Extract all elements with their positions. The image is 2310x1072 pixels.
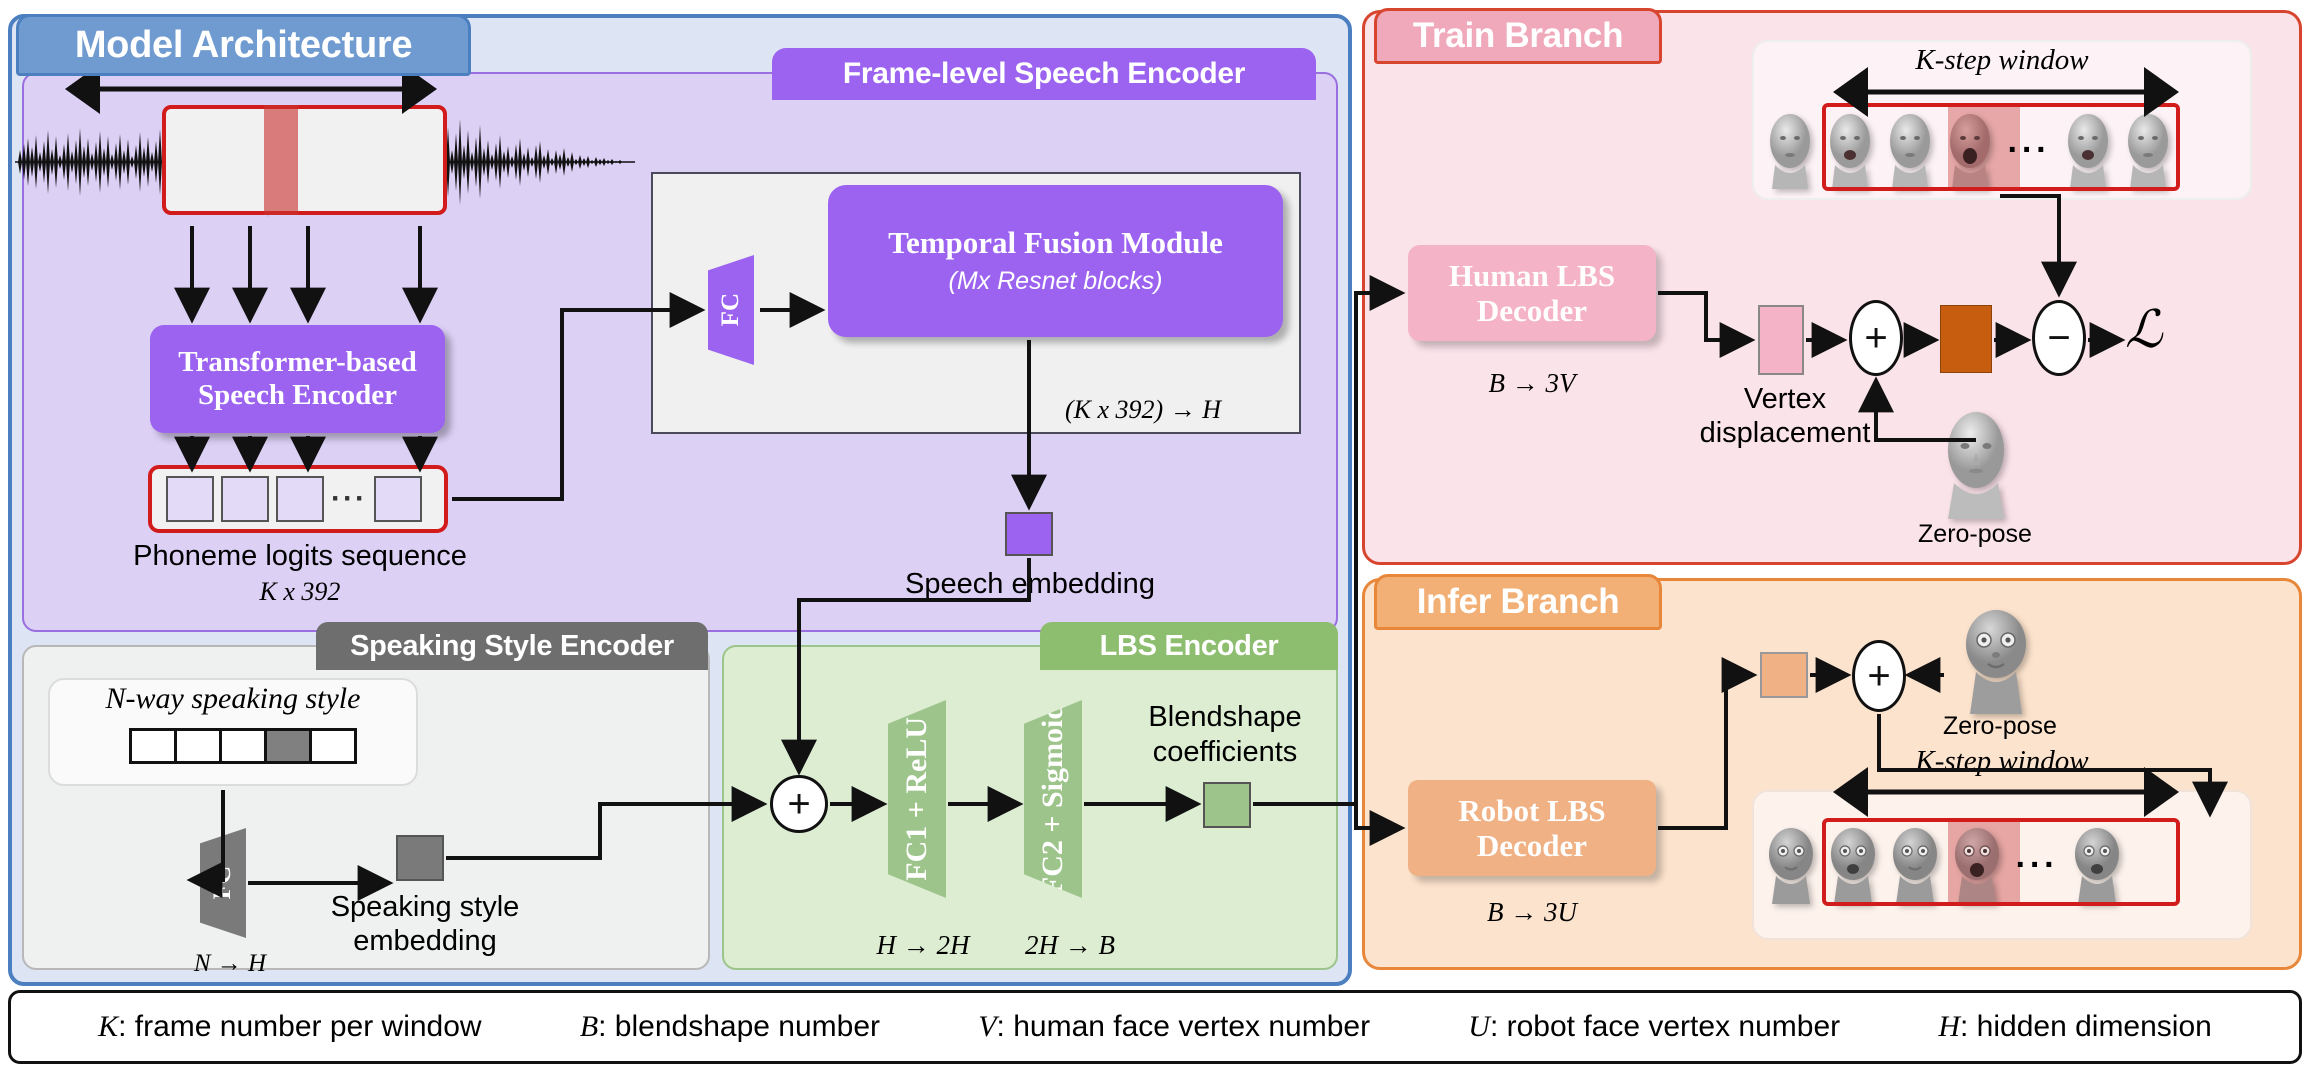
fc-frame-label: FC bbox=[717, 293, 744, 327]
diagram-root: K-step window Transformer-based Speech E… bbox=[0, 0, 2310, 1072]
speech-embedding-label: Speech embedding bbox=[905, 568, 1155, 600]
fc1-relu-block[interactable]: FC1 + ReLU bbox=[888, 700, 946, 898]
legend-symbol: V bbox=[978, 1010, 997, 1043]
plus-icon: + bbox=[1867, 654, 1891, 698]
transformer-speech-encoder-label: Transformer-based Speech Encoder bbox=[178, 345, 417, 411]
legend-symbol: K bbox=[98, 1010, 119, 1043]
robot-lbs-decoder-label: Robot LBS Decoder bbox=[1458, 792, 1606, 863]
audio-current-frame-highlight bbox=[264, 105, 298, 215]
speaking-style-encoder-tab-label: Speaking Style Encoder bbox=[350, 629, 674, 662]
vertex-displacement-label: Vertex displacement bbox=[1699, 383, 1871, 450]
predicted-mesh-square bbox=[1940, 305, 1992, 373]
nway-cell-selected[interactable] bbox=[264, 728, 312, 764]
train-kstep-window-label: K-step window bbox=[1915, 44, 2089, 76]
train-branch-tab-label: Train Branch bbox=[1412, 16, 1624, 55]
phoneme-logits-dims: K x 392 bbox=[259, 577, 341, 606]
human-zero-pose-face-icon bbox=[1948, 412, 2004, 519]
infer-branch-tab-label: Infer Branch bbox=[1416, 582, 1620, 621]
temporal-fusion-module-subtitle: (Mx Resnet blocks) bbox=[948, 267, 1163, 296]
train-zero-pose-label: Zero-pose bbox=[1918, 520, 2032, 548]
plus-icon: + bbox=[1864, 316, 1888, 360]
infer-zero-pose-label: Zero-pose bbox=[1943, 712, 2057, 740]
fc2-sigmoid-block[interactable]: FC2 + Sigmoid bbox=[1024, 700, 1082, 898]
lbs-encoder-tab: LBS Encoder bbox=[1040, 622, 1338, 670]
phoneme-logit-cell bbox=[276, 476, 324, 522]
fc-style-dims: N → H bbox=[193, 950, 267, 977]
blendshape-coefficients-label: Blendshape coefficients bbox=[1148, 701, 1302, 768]
fc2-sigmoid-label: FC2 + Sigmoid bbox=[1036, 702, 1069, 896]
infer-window-highlight-box bbox=[1822, 818, 2180, 906]
infer-branch-tab: Infer Branch bbox=[1374, 574, 1662, 630]
human-lbs-decoder-dims: B → 3V bbox=[1488, 368, 1576, 398]
robot-face-icon bbox=[1769, 828, 1813, 904]
audio-waveform bbox=[10, 100, 640, 225]
plus-icon: + bbox=[787, 782, 811, 826]
legend-text: : blendshape number bbox=[598, 1010, 881, 1043]
infer-displacement-square bbox=[1760, 652, 1808, 698]
speaking-style-embedding-label: Speaking style embedding bbox=[330, 891, 520, 958]
nway-speaking-style-label: N-way speaking style bbox=[105, 682, 361, 715]
robot-zero-pose-face-icon bbox=[1966, 610, 2026, 714]
nway-cell[interactable] bbox=[219, 728, 267, 764]
train-window-highlight-box bbox=[1822, 103, 2180, 191]
temporal-fusion-module-title: Temporal Fusion Module bbox=[888, 224, 1223, 260]
speech-embedding-square bbox=[1005, 512, 1053, 556]
legend-symbol: U bbox=[1468, 1010, 1490, 1043]
fc-style-block[interactable]: FC bbox=[200, 828, 246, 938]
minus-icon: − bbox=[2047, 316, 2071, 360]
human-lbs-decoder-block[interactable]: Human LBS Decoder bbox=[1408, 245, 1656, 341]
frame-level-speech-encoder-tab: Frame-level Speech Encoder bbox=[772, 48, 1316, 100]
legend-text: : robot face vertex number bbox=[1489, 1010, 1841, 1043]
legend-symbol: B bbox=[579, 1010, 599, 1043]
speaking-style-encoder-tab: Speaking Style Encoder bbox=[316, 622, 708, 670]
robot-lbs-decoder-dims: B → 3U bbox=[1487, 897, 1577, 927]
legend-text: : hidden dimension bbox=[1960, 1010, 2212, 1043]
phoneme-logit-cell bbox=[166, 476, 214, 522]
temporal-fusion-module-dims: (K x 392) → H bbox=[1065, 395, 1221, 424]
legend: K: frame number per window B: blendshape… bbox=[8, 990, 2302, 1064]
frame-level-speech-encoder-tab-label: Frame-level Speech Encoder bbox=[842, 57, 1246, 90]
lbs-add-operator: + bbox=[770, 775, 828, 833]
transformer-speech-encoder-block[interactable]: Transformer-based Speech Encoder bbox=[150, 325, 445, 433]
legend-text: : frame number per window bbox=[118, 1010, 482, 1043]
legend-item: B: blendshape number bbox=[580, 1010, 880, 1044]
temporal-fusion-module-block[interactable]: Temporal Fusion Module (Mx Resnet blocks… bbox=[828, 185, 1283, 337]
fc2-dims: 2H → B bbox=[1025, 930, 1115, 960]
legend-item: K: frame number per window bbox=[98, 1010, 482, 1044]
fc1-relu-label: FC1 + ReLU bbox=[900, 717, 933, 881]
loss-symbol: ℒ bbox=[2125, 302, 2163, 359]
phoneme-logit-cell bbox=[221, 476, 269, 522]
legend-item: V: human face vertex number bbox=[978, 1010, 1370, 1044]
human-lbs-decoder-label: Human LBS Decoder bbox=[1448, 257, 1616, 328]
vertex-displacement-square bbox=[1758, 305, 1804, 375]
phoneme-logit-cell bbox=[373, 476, 422, 522]
nway-cell[interactable] bbox=[174, 728, 222, 764]
fc1-dims: H → 2H bbox=[876, 930, 970, 960]
infer-add-operator: + bbox=[1852, 640, 1906, 712]
model-architecture-tab-label: Model Architecture bbox=[74, 23, 413, 66]
train-add-operator: + bbox=[1849, 300, 1903, 376]
phoneme-logits-label: Phoneme logits sequence bbox=[133, 540, 467, 572]
lbs-encoder-tab-label: LBS Encoder bbox=[1099, 629, 1279, 662]
infer-kstep-window-label: K-step window bbox=[1915, 745, 2089, 777]
train-branch-tab: Train Branch bbox=[1374, 8, 1662, 64]
ellipsis-icon: ··· bbox=[331, 482, 367, 515]
train-subtract-operator: − bbox=[2032, 300, 2086, 376]
phoneme-logits-box: ··· bbox=[148, 465, 448, 533]
fc-frame-block[interactable]: FC bbox=[708, 255, 754, 365]
speaking-style-embedding-square bbox=[396, 835, 444, 881]
legend-item: U: robot face vertex number bbox=[1468, 1010, 1840, 1044]
legend-symbol: H bbox=[1938, 1010, 1960, 1043]
robot-lbs-decoder-block[interactable]: Robot LBS Decoder bbox=[1408, 780, 1656, 876]
fc-style-label: FC bbox=[209, 866, 236, 900]
model-architecture-tab: Model Architecture bbox=[16, 14, 471, 76]
human-face-icon bbox=[1770, 114, 1810, 189]
audio-window-highlight-box bbox=[162, 105, 447, 215]
nway-cell-row bbox=[129, 728, 357, 764]
legend-text: : human face vertex number bbox=[996, 1010, 1371, 1043]
nway-cell[interactable] bbox=[309, 728, 357, 764]
legend-item: H: hidden dimension bbox=[1938, 1010, 2212, 1044]
blendshape-coefficients-square bbox=[1203, 782, 1251, 828]
nway-cell[interactable] bbox=[129, 728, 177, 764]
